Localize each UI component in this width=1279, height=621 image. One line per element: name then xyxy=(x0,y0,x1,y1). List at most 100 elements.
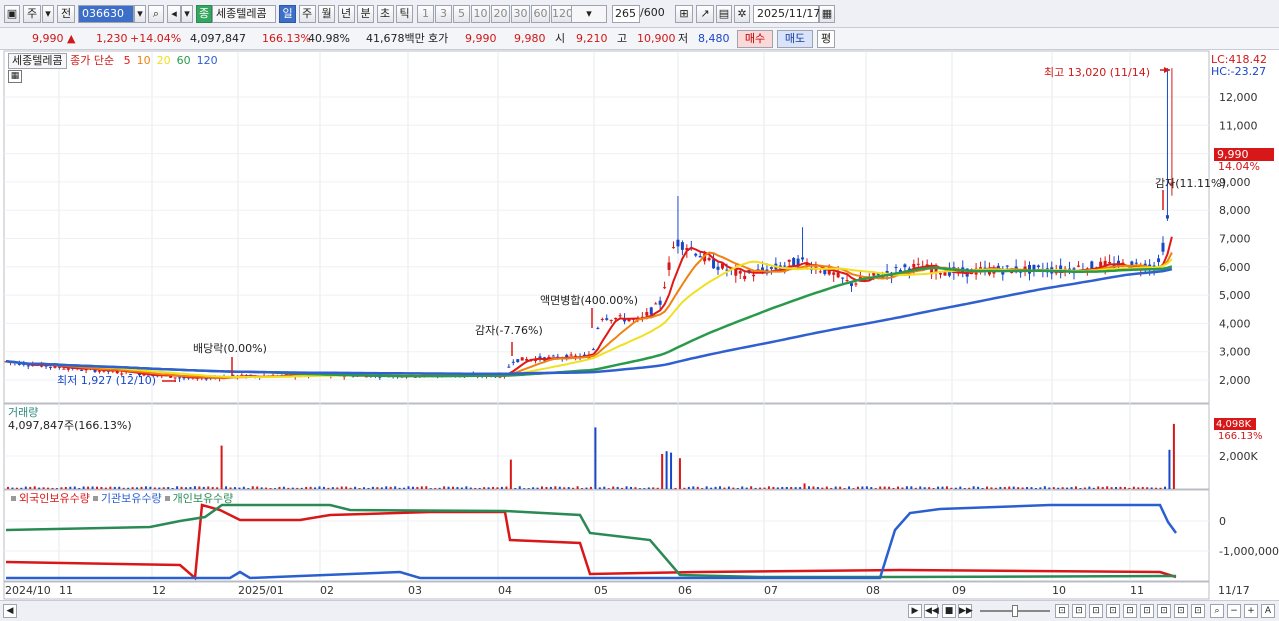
period-button-0[interactable]: 일 xyxy=(279,5,296,23)
zoom-out-icon[interactable]: − xyxy=(1227,604,1241,618)
period-type-button[interactable]: 주 xyxy=(23,5,41,23)
draw-tool-icon[interactable]: ↗ xyxy=(696,5,714,23)
volume-bar xyxy=(122,487,125,489)
scroll-right-icon[interactable]: ▶ xyxy=(908,604,922,618)
volume-bar xyxy=(176,486,179,489)
stock-code-dropdown-icon[interactable]: ▾ xyxy=(134,5,146,23)
count-input[interactable]: 265 xyxy=(612,5,640,23)
table-icon[interactable]: ▦ xyxy=(8,70,22,83)
holding-legend-1[interactable]: 기관보유수량 xyxy=(101,492,162,505)
holding-legend-0[interactable]: 외국인보유수량 xyxy=(19,492,90,505)
bid-price: 9,980 xyxy=(514,32,546,45)
ma-legend-60[interactable]: 60 xyxy=(177,54,191,67)
prev-button[interactable]: 전 xyxy=(57,5,75,23)
volume-bar xyxy=(91,486,94,489)
sell-button[interactable]: 매도 xyxy=(777,30,813,48)
zoom-in-icon[interactable]: + xyxy=(1244,604,1258,618)
date-input[interactable]: 2025/11/17 xyxy=(753,5,820,23)
volume-bar xyxy=(78,488,81,489)
volume-bar xyxy=(670,452,673,489)
period-button-2[interactable]: 월 xyxy=(318,5,335,23)
chart-tool-icon[interactable]: ⊞ xyxy=(675,5,693,23)
volume-bar xyxy=(505,486,508,489)
candle-body xyxy=(854,283,858,285)
ma-legend-120[interactable]: 120 xyxy=(197,54,218,67)
volume-bar xyxy=(425,486,428,489)
period-button-5[interactable]: 초 xyxy=(376,5,394,23)
volume-panel-title[interactable]: 거래량 xyxy=(8,406,38,419)
tool-icon-3[interactable]: ⊡ xyxy=(1089,604,1103,618)
period-type-dropdown-icon[interactable]: ▾ xyxy=(42,5,54,23)
tool-icon-4[interactable]: ⊡ xyxy=(1106,604,1120,618)
volume-bar xyxy=(144,486,147,489)
high-annotation: 최고 13,020 (11/14) xyxy=(1044,66,1151,79)
interval-button-5[interactable]: 5 xyxy=(453,5,470,23)
interval-button-30[interactable]: 30 xyxy=(511,5,530,23)
ma-legend-10[interactable]: 10 xyxy=(137,54,151,67)
volume-bar xyxy=(220,445,223,489)
interval-button-10[interactable]: 10 xyxy=(471,5,490,23)
interval-button-1[interactable]: 1 xyxy=(417,5,434,23)
zoom-search-icon[interactable]: ⌕ xyxy=(1210,604,1224,618)
x-axis-label: 2025/01 xyxy=(238,584,284,597)
zoom-slider-thumb[interactable] xyxy=(1012,605,1018,617)
scroll-left-icon[interactable]: ◀ xyxy=(3,604,17,618)
interval-button-120[interactable]: 120 xyxy=(551,5,573,23)
tool-icon-8[interactable]: ⊡ xyxy=(1174,604,1188,618)
period-button-1[interactable]: 주 xyxy=(298,5,316,23)
tool-icon-9[interactable]: ⊡ xyxy=(1191,604,1205,618)
ma-legend-20[interactable]: 20 xyxy=(157,54,171,67)
holding-legend-2[interactable]: 개인보유수량 xyxy=(173,492,234,505)
tool-icon-6[interactable]: ⊡ xyxy=(1140,604,1154,618)
volume-bar xyxy=(630,486,632,489)
font-icon[interactable]: A xyxy=(1261,604,1275,618)
volume-bar xyxy=(799,487,802,489)
speaker-dropdown-icon[interactable]: ▾ xyxy=(181,5,193,23)
buy-button[interactable]: 매수 xyxy=(737,30,773,48)
tool-icon-1[interactable]: ⊡ xyxy=(1055,604,1069,618)
stop-icon[interactable]: ■ xyxy=(942,604,956,618)
ma-legend-5[interactable]: 5 xyxy=(124,54,131,67)
volume-bar xyxy=(487,487,490,489)
volume-bar xyxy=(305,486,308,489)
volume-bar xyxy=(977,486,980,489)
interval-button-20[interactable]: 20 xyxy=(491,5,510,23)
volume-bar xyxy=(1057,487,1060,489)
volume-bar xyxy=(638,488,641,489)
period-button-4[interactable]: 분 xyxy=(357,5,374,23)
tool-icon-5[interactable]: ⊡ xyxy=(1123,604,1137,618)
speaker-icon[interactable]: ◂ xyxy=(167,5,181,23)
candle-body xyxy=(698,256,702,258)
period-button-3[interactable]: 년 xyxy=(337,5,355,23)
tool-icon-7[interactable]: ⊡ xyxy=(1157,604,1171,618)
candle-body xyxy=(80,369,84,371)
interval-button-60[interactable]: 60 xyxy=(531,5,550,23)
count-dropdown[interactable]: ▾ xyxy=(571,5,607,23)
stock-chart[interactable]: 12,00011,00010,0009,0008,0007,0006,0005,… xyxy=(0,50,1279,600)
volume-bar xyxy=(363,487,365,489)
price-panel-name[interactable]: 세종텔레콤 xyxy=(8,53,67,69)
volume-bar xyxy=(180,486,183,489)
candle-body xyxy=(569,354,573,356)
save-icon[interactable]: ▤ xyxy=(716,5,732,23)
chart-scrollbar[interactable]: ◀ ▶ ◀◀ ■ ▶▶ ⊡ ⊡ ⊡ ⊡ ⊡ ⊡ ⊡ ⊡ ⊡ ⌕ − + A xyxy=(0,600,1279,621)
average-button[interactable]: 평 xyxy=(817,30,835,48)
volume-bar xyxy=(1137,487,1140,489)
interval-button-3[interactable]: 3 xyxy=(435,5,452,23)
volume-bar xyxy=(692,486,695,489)
change-value: 1,230 xyxy=(96,32,128,45)
period-button-6[interactable]: 틱 xyxy=(396,5,413,23)
x-axis-label: 10 xyxy=(1052,584,1066,597)
rewind-icon[interactable]: ◀◀ xyxy=(924,604,939,618)
ma-label: 종가 단순 xyxy=(70,54,115,67)
candle-body xyxy=(178,377,182,379)
volume-bar xyxy=(376,487,379,489)
tool-icon-2[interactable]: ⊡ xyxy=(1072,604,1086,618)
volume-bar xyxy=(331,487,334,489)
window-layout-icon[interactable]: ▣ xyxy=(4,5,20,23)
calendar-icon[interactable]: ▦ xyxy=(819,5,835,23)
gear-icon[interactable]: ✲ xyxy=(734,5,750,23)
search-icon[interactable]: ⌕ xyxy=(148,5,164,23)
fast-forward-icon[interactable]: ▶▶ xyxy=(958,604,973,618)
stock-code-input[interactable]: 036630 xyxy=(78,5,134,23)
